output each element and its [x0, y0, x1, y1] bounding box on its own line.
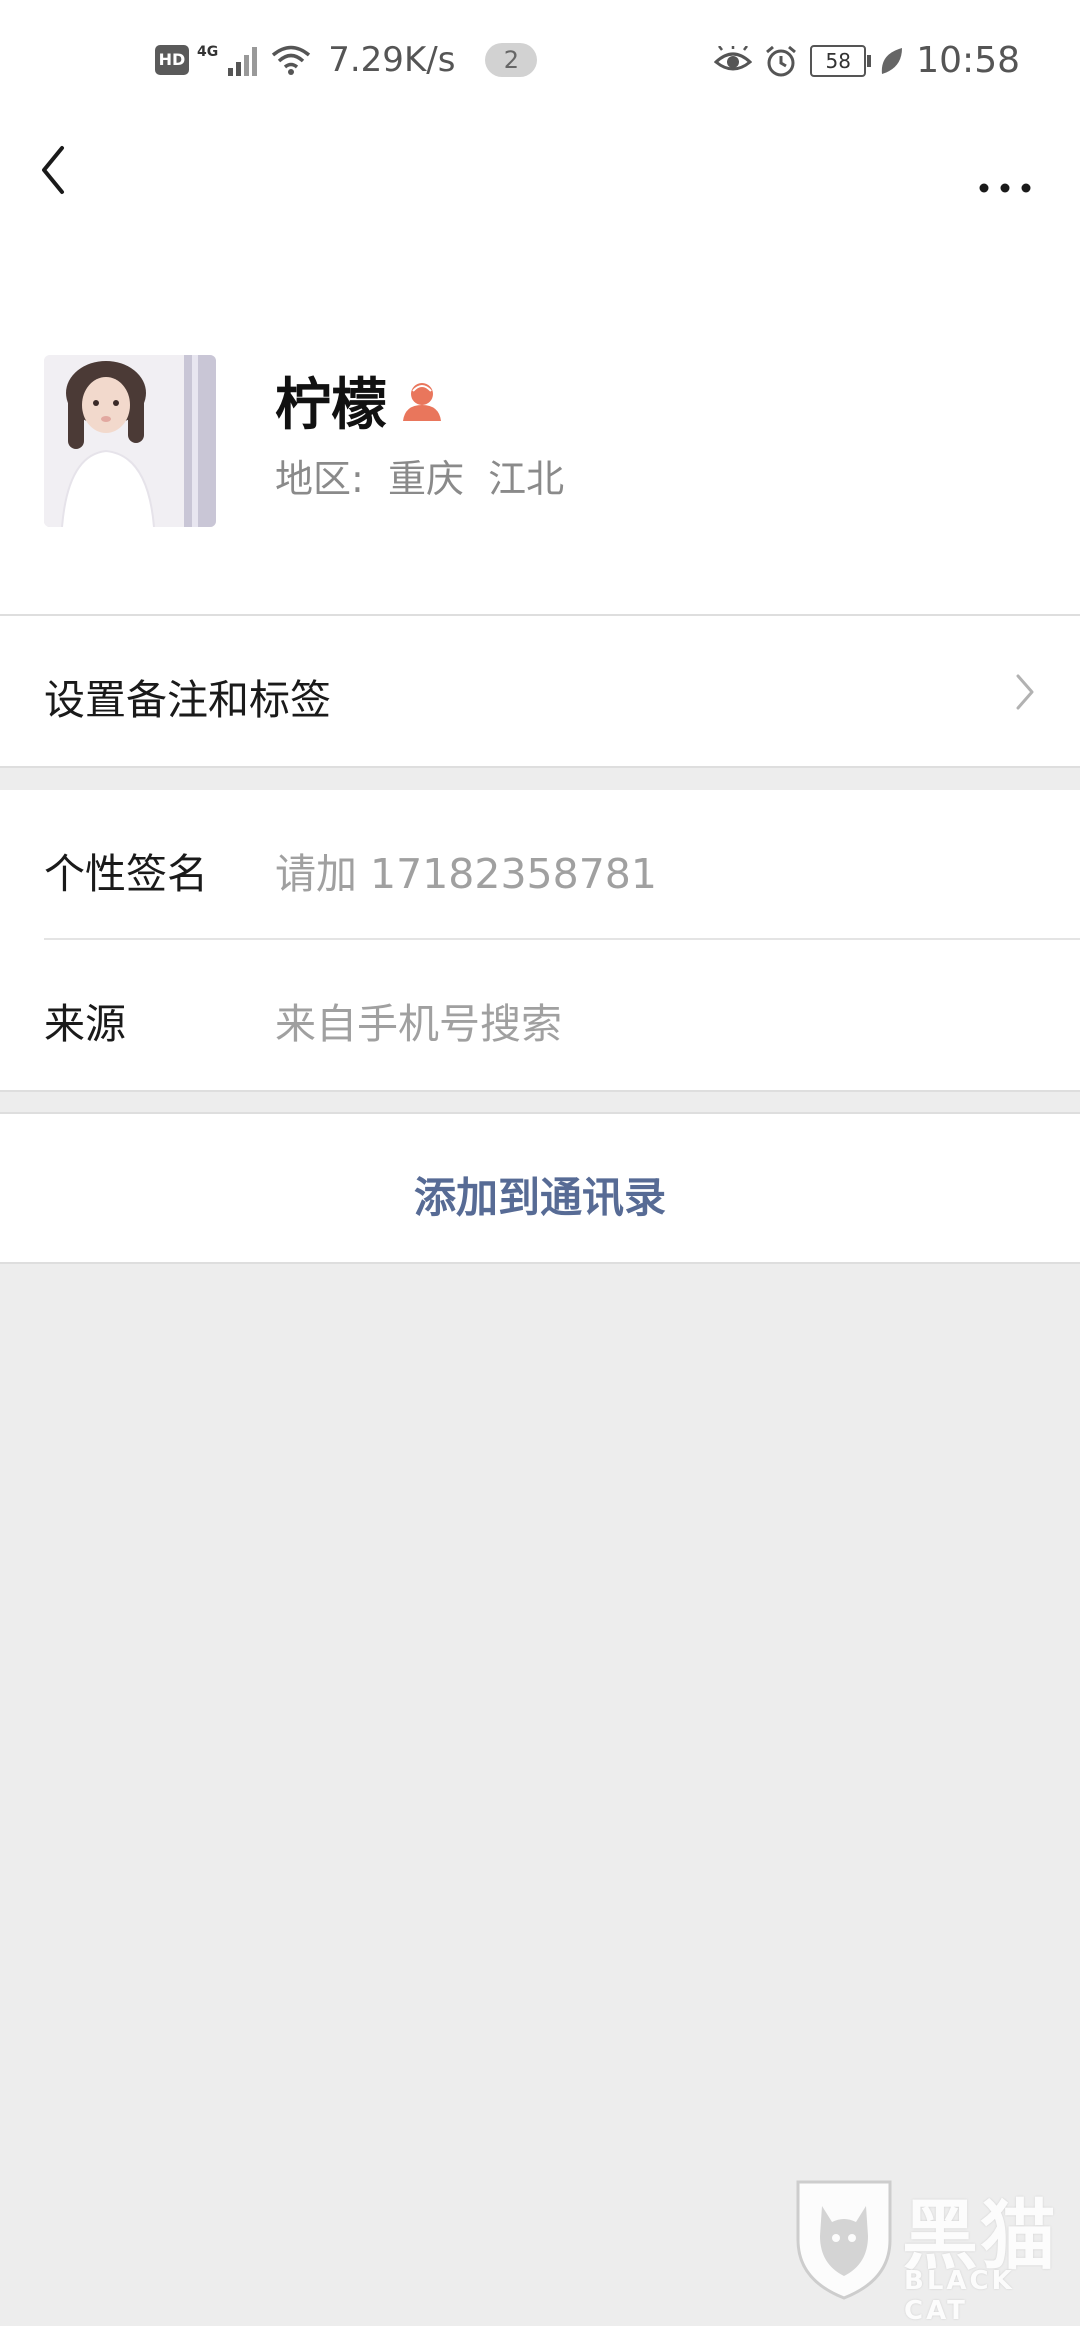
- watermark-en: BLACK CAT: [904, 2266, 1015, 2326]
- set-remark-label: 设置备注和标签: [44, 676, 331, 724]
- divider: [0, 766, 1080, 768]
- set-remark-and-tags-row[interactable]: 设置备注和标签: [0, 616, 1080, 766]
- wifi-icon: [272, 45, 311, 75]
- divider: [0, 1262, 1080, 1264]
- chevron-right-icon: [1016, 674, 1034, 710]
- profile-name: 柠檬: [275, 373, 387, 438]
- avatar-image: [44, 355, 216, 527]
- network-type-label: 4G: [197, 44, 219, 60]
- source-label: 来源: [44, 1000, 126, 1048]
- add-to-contacts-button[interactable]: 添加到通讯录: [0, 1114, 1080, 1262]
- profile-header: 柠檬 地区: 重庆 江北: [0, 220, 1080, 615]
- add-to-contacts-label: 添加到通讯录: [413, 1173, 666, 1222]
- back-button[interactable]: [30, 140, 90, 200]
- female-icon: [403, 382, 441, 421]
- battery-indicator: 58: [810, 44, 872, 77]
- power-saving-leaf-icon: [882, 47, 903, 74]
- black-cat-watermark: 黑猫 BLACK CAT: [792, 2174, 1072, 2326]
- signal-icon: [228, 47, 258, 76]
- signature-label: 个性签名: [44, 850, 208, 898]
- profile-region: 地区: 重庆 江北: [275, 457, 565, 501]
- avatar[interactable]: [44, 355, 216, 527]
- signature-value: 请加 17182358781: [275, 850, 657, 898]
- notification-count-badge: 2: [485, 43, 538, 77]
- nav-bar: [0, 120, 1080, 220]
- back-arrow-icon: [42, 146, 64, 194]
- status-bar: HD 4G 7.29K/s 2 58 10:58: [0, 0, 1080, 120]
- source-value: 来自手机号搜索: [275, 1000, 562, 1048]
- name-line: 柠檬: [275, 360, 443, 441]
- hd-badge: HD: [155, 45, 189, 75]
- signature-row: 个性签名 请加 17182358781: [0, 790, 1080, 940]
- more-dots-icon: [979, 183, 1031, 193]
- status-right: 58 10:58: [714, 40, 1020, 81]
- eye-comfort-icon: [714, 45, 753, 70]
- divider: [0, 1090, 1080, 1092]
- alarm-icon: [766, 45, 797, 76]
- status-left: HD 4G 7.29K/s 2: [155, 40, 538, 80]
- source-row: 来源 来自手机号搜索: [0, 940, 1080, 1090]
- network-speed: 7.29K/s: [328, 40, 456, 80]
- status-time: 10:58: [916, 40, 1020, 81]
- more-options-button[interactable]: [970, 140, 1040, 200]
- cat-shield-logo-icon: [796, 2180, 892, 2300]
